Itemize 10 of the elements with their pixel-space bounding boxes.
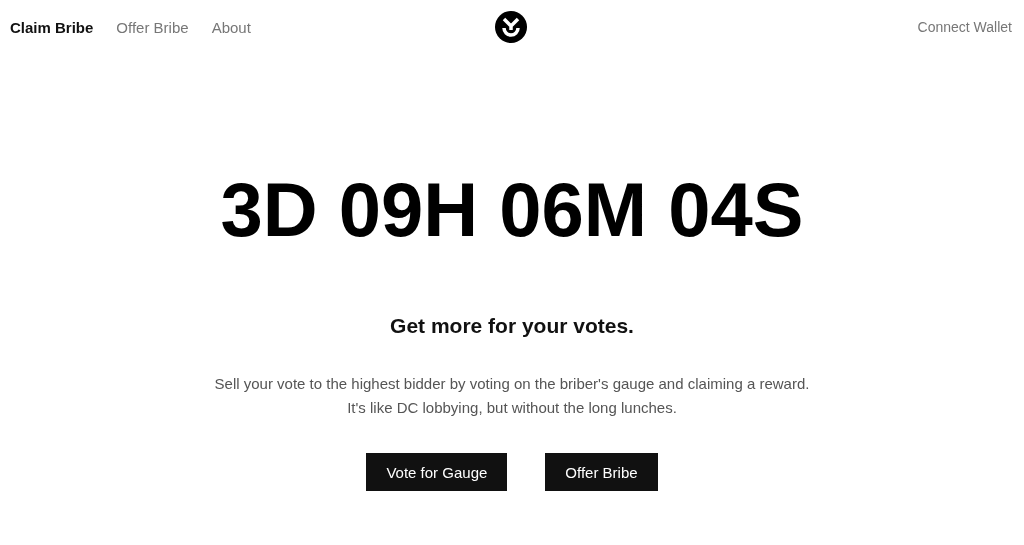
description: Sell your vote to the highest bidder by voting on the briber's gauge and claiming a reward. It's like DC lobbying, but without the long lunches. bbox=[214, 374, 810, 418]
nav-link[interactable]: Offer Bribe bbox=[116, 18, 189, 36]
connect-wallet-link[interactable]: Connect Wallet bbox=[917, 19, 1012, 35]
nav-link[interactable]: Claim Bribe bbox=[10, 18, 94, 36]
nav-link[interactable]: About bbox=[211, 18, 251, 36]
logo-icon bbox=[495, 11, 527, 43]
countdown: 3D 09H 06M 04S bbox=[220, 172, 804, 248]
action-button[interactable]: Offer Bribe bbox=[545, 453, 658, 491]
action-button[interactable]: Vote for Gauge bbox=[366, 453, 508, 491]
headline: Get more for your votes. bbox=[390, 314, 634, 338]
